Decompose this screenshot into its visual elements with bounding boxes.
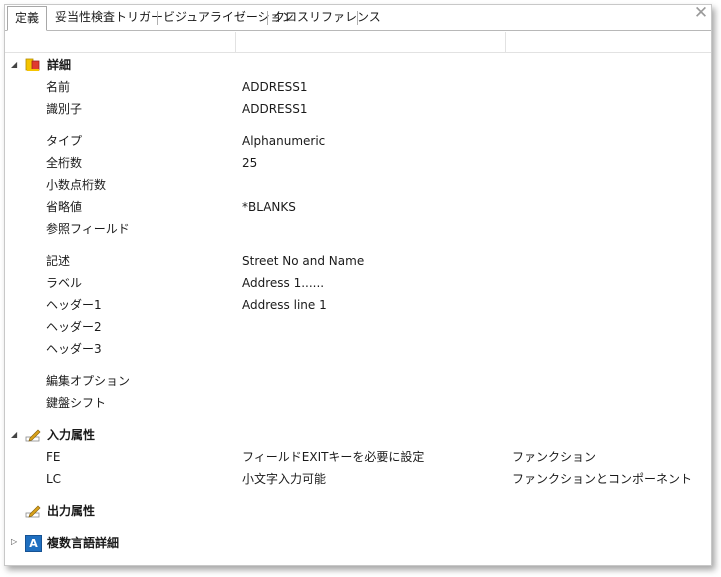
details-icon xyxy=(25,58,40,71)
label-identifier: 識別子 xyxy=(46,102,83,116)
label-total-digits: 全桁数 xyxy=(46,156,83,170)
tab-definition[interactable]: 定義 xyxy=(7,6,47,31)
label-label: ラベル xyxy=(46,276,83,290)
close-icon[interactable]: ✕ xyxy=(693,5,709,22)
value-description: Street No and Name xyxy=(242,254,365,268)
attr-scope: ファンクション xyxy=(512,450,597,464)
column-divider[interactable] xyxy=(505,32,506,52)
column-header-strip xyxy=(5,32,711,53)
label-name: 名前 xyxy=(46,80,71,94)
collapse-arrow-icon[interactable]: ◢ xyxy=(11,61,19,69)
label-header-2: ヘッダー2 xyxy=(46,320,102,334)
attr-code: FE xyxy=(46,450,61,464)
label-reference-field: 参照フィールド xyxy=(46,222,130,236)
tab-divider xyxy=(357,11,358,25)
value-total-digits: 25 xyxy=(242,156,258,170)
attr-description: フィールドEXITキーを必要に設定 xyxy=(242,450,425,464)
section-title-output-attributes[interactable]: 出力属性 xyxy=(47,502,95,520)
label-default-value: 省略値 xyxy=(46,200,83,214)
label-type: タイプ xyxy=(46,134,83,148)
attr-description: 小文字入力可能 xyxy=(242,472,327,486)
value-name: ADDRESS1 xyxy=(242,80,308,94)
label-description: 記述 xyxy=(46,254,71,268)
collapse-arrow-icon[interactable]: ◢ xyxy=(11,431,19,439)
pencil-icon xyxy=(25,429,41,442)
label-keyboard-shift: 鍵盤シフト xyxy=(46,396,107,410)
section-title-multilingual[interactable]: 複数言語詳細 xyxy=(47,534,119,552)
column-divider[interactable] xyxy=(235,32,236,52)
label-header-1: ヘッダー1 xyxy=(46,298,102,312)
section-title-details[interactable]: 詳細 xyxy=(47,56,71,74)
tab-validation-triggers[interactable]: 妥当性検査トリガー xyxy=(55,6,163,28)
tab-divider xyxy=(267,11,268,25)
pencil-icon xyxy=(25,505,41,518)
label-edit-options: 編集オプション xyxy=(46,374,131,388)
value-type: Alphanumeric xyxy=(242,134,326,148)
value-default-value: *BLANKS xyxy=(242,200,296,214)
section-title-input-attributes[interactable]: 入力属性 xyxy=(47,426,95,444)
attr-code: LC xyxy=(46,472,62,486)
multilingual-icon: A xyxy=(25,535,42,552)
label-header-3: ヘッダー3 xyxy=(46,342,102,356)
expand-arrow-icon[interactable]: ▷ xyxy=(11,538,19,546)
value-identifier: ADDRESS1 xyxy=(242,102,308,116)
value-header-1: Address line 1 xyxy=(242,298,327,312)
tab-cross-reference[interactable]: クロスリファレンス xyxy=(273,6,381,28)
field-definition-panel: 定義 妥当性検査トリガー ビジュアライゼーション クロスリファレンス ✕ ◢ 詳… xyxy=(4,4,712,566)
label-decimals: 小数点桁数 xyxy=(46,178,107,192)
attr-scope: ファンクションとコンポーネント xyxy=(512,472,693,486)
value-label: Address 1...... xyxy=(242,276,325,290)
tab-divider xyxy=(157,11,158,25)
tab-bar: 定義 妥当性検査トリガー ビジュアライゼーション クロスリファレンス xyxy=(5,5,711,31)
